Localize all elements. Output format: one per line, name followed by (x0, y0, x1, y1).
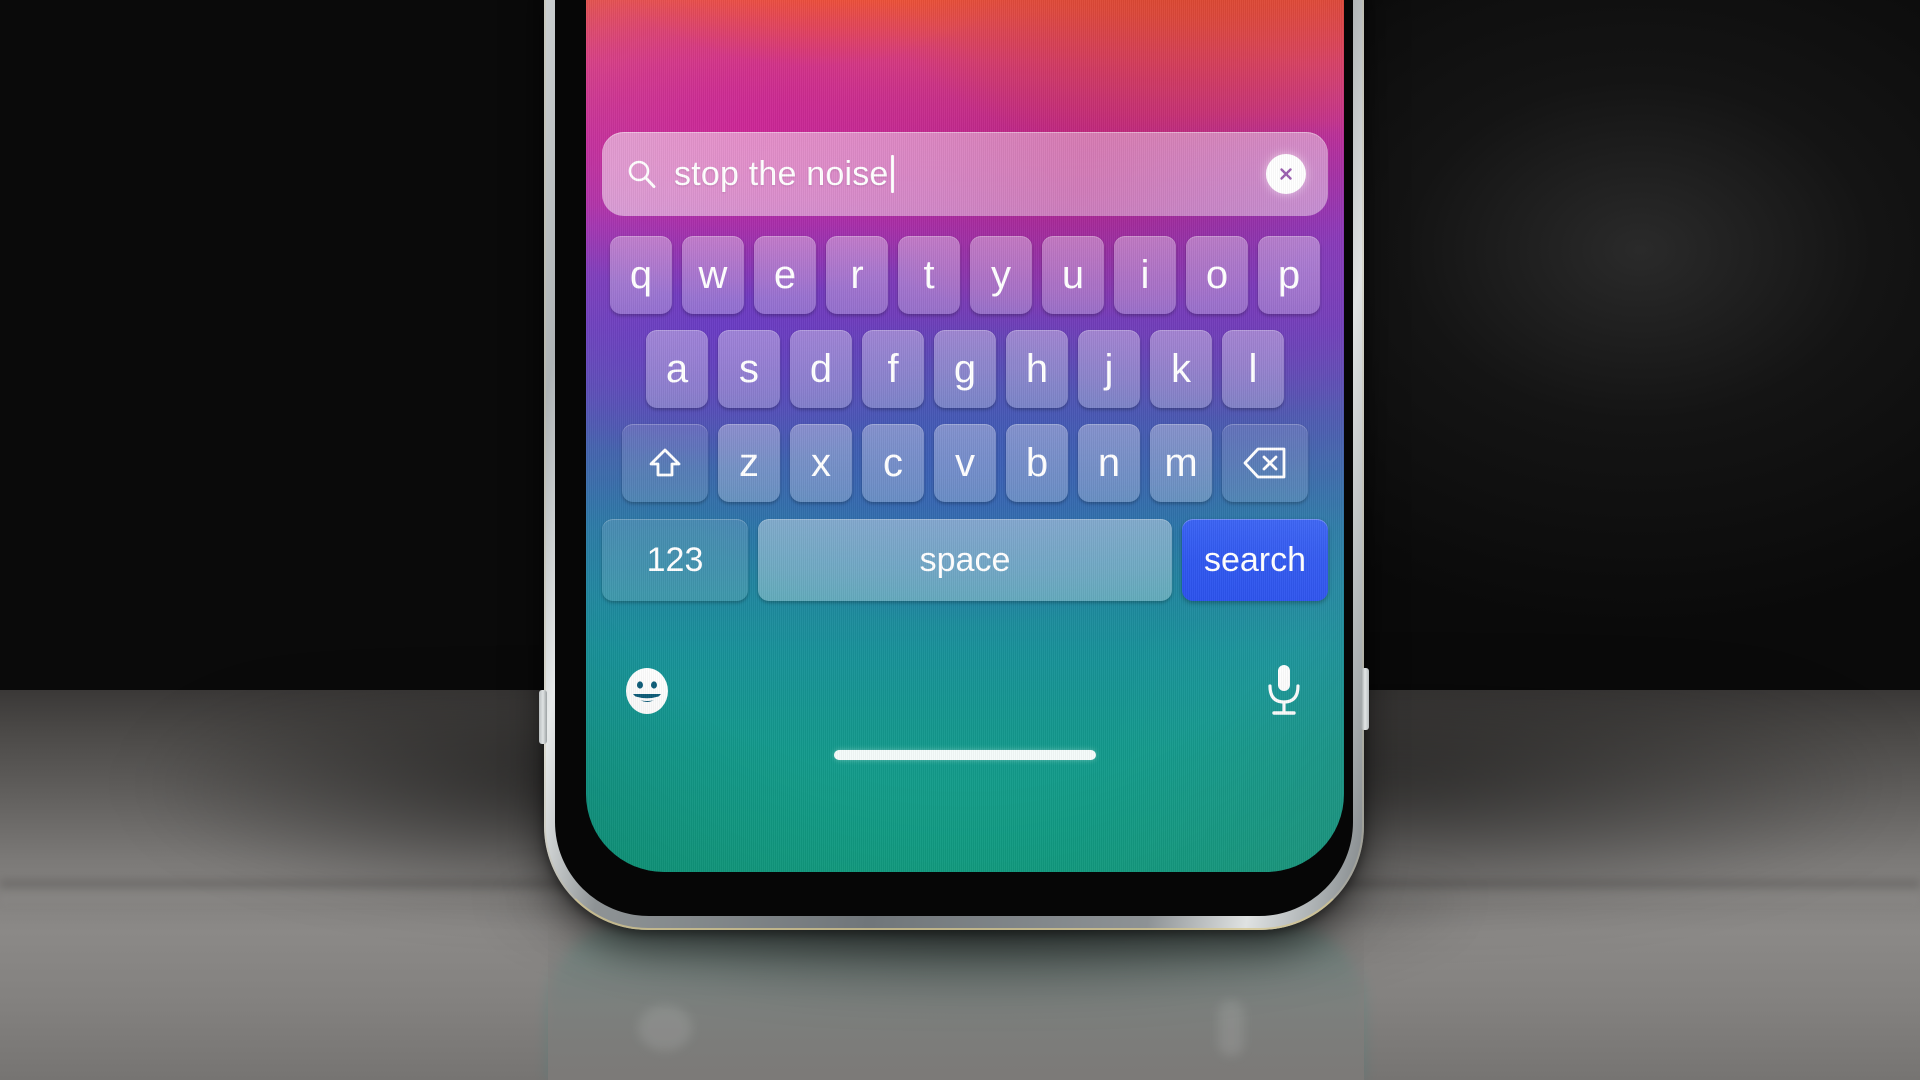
key-r[interactable]: r (826, 236, 888, 314)
key-label: f (887, 347, 899, 391)
screenshot-scene: stop the noise q w e r t y u i o p a s d… (0, 0, 1920, 1080)
text-caret (890, 155, 894, 193)
key-v[interactable]: v (934, 424, 996, 502)
key-label: a (665, 347, 689, 391)
key-x[interactable]: x (790, 424, 852, 502)
key-label: y (991, 253, 1011, 297)
key-label: k (1171, 347, 1191, 391)
key-label: b (1025, 441, 1049, 485)
key-z[interactable]: z (718, 424, 780, 502)
keyboard-row-2: a s d f g h j k l (586, 322, 1344, 416)
backspace-key[interactable] (1222, 424, 1308, 502)
keyboard-row-4: 123 space search (586, 510, 1344, 610)
phone-bezel: stop the noise q w e r t y u i o p a s d… (555, 0, 1353, 916)
key-label: l (1248, 347, 1258, 391)
key-c[interactable]: c (862, 424, 924, 502)
keyboard-bottom-bar (586, 648, 1344, 778)
search-text-container: stop the noise (674, 155, 1266, 194)
key-label: o (1205, 253, 1229, 297)
key-label: j (1104, 347, 1114, 391)
key-label: v (955, 441, 975, 485)
key-e[interactable]: e (754, 236, 816, 314)
side-button-right[interactable] (1361, 668, 1369, 730)
search-input[interactable]: stop the noise (674, 155, 889, 194)
search-field[interactable]: stop the noise (602, 132, 1328, 216)
key-label: m (1164, 441, 1198, 485)
shift-key[interactable] (622, 424, 708, 502)
close-icon (1280, 168, 1292, 180)
key-t[interactable]: t (898, 236, 960, 314)
microphone-icon (1268, 665, 1300, 715)
key-label: d (809, 347, 833, 391)
key-w[interactable]: w (682, 236, 744, 314)
key-k[interactable]: k (1150, 330, 1212, 408)
key-n[interactable]: n (1078, 424, 1140, 502)
reflection-mic-glow (1218, 1000, 1244, 1056)
key-q[interactable]: q (610, 236, 672, 314)
search-icon (628, 160, 656, 189)
key-label: z (739, 441, 759, 485)
key-label: g (953, 347, 977, 391)
key-label: n (1097, 441, 1121, 485)
key-label: x (811, 441, 831, 485)
dictation-button[interactable] (1262, 662, 1306, 720)
key-label: s (739, 347, 759, 391)
emoji-button[interactable] (622, 666, 672, 716)
key-label: 123 (646, 541, 704, 579)
phone-device: stop the noise q w e r t y u i o p a s d… (539, 0, 1369, 930)
key-label: r (850, 253, 864, 297)
key-y[interactable]: y (970, 236, 1032, 314)
side-button-left[interactable] (539, 690, 547, 744)
key-j[interactable]: j (1078, 330, 1140, 408)
key-label: h (1025, 347, 1049, 391)
key-label: t (923, 253, 935, 297)
search-return-key[interactable]: search (1182, 519, 1328, 601)
backspace-icon (1243, 447, 1286, 479)
shift-arrow-icon (649, 448, 681, 477)
keyboard-row-1: q w e r t y u i o p (586, 228, 1344, 322)
key-u[interactable]: u (1042, 236, 1104, 314)
phone-screen: stop the noise q w e r t y u i o p a s d… (586, 0, 1344, 872)
on-screen-keyboard[interactable]: q w e r t y u i o p a s d f g h j k l z … (586, 228, 1344, 648)
key-label: w (698, 253, 728, 297)
emoji-smiley-icon (626, 668, 668, 714)
key-b[interactable]: b (1006, 424, 1068, 502)
key-o[interactable]: o (1186, 236, 1248, 314)
key-m[interactable]: m (1150, 424, 1212, 502)
numeric-key[interactable]: 123 (602, 519, 748, 601)
key-label: search (1203, 541, 1307, 579)
key-label: c (883, 441, 903, 485)
keyboard-row-3: z x c v b n m (586, 416, 1344, 510)
key-h[interactable]: h (1006, 330, 1068, 408)
space-key[interactable]: space (758, 519, 1172, 601)
key-label: space (919, 541, 1011, 579)
key-i[interactable]: i (1114, 236, 1176, 314)
clear-search-button[interactable] (1266, 154, 1306, 194)
home-indicator[interactable] (834, 750, 1096, 760)
key-p[interactable]: p (1258, 236, 1320, 314)
key-a[interactable]: a (646, 330, 708, 408)
key-label: i (1140, 253, 1150, 297)
reflection-emoji-glow (638, 1005, 692, 1051)
key-label: e (773, 253, 797, 297)
key-s[interactable]: s (718, 330, 780, 408)
key-label: u (1061, 253, 1085, 297)
key-d[interactable]: d (790, 330, 852, 408)
key-label: q (629, 253, 653, 297)
key-l[interactable]: l (1222, 330, 1284, 408)
key-f[interactable]: f (862, 330, 924, 408)
key-g[interactable]: g (934, 330, 996, 408)
key-label: p (1277, 253, 1301, 297)
